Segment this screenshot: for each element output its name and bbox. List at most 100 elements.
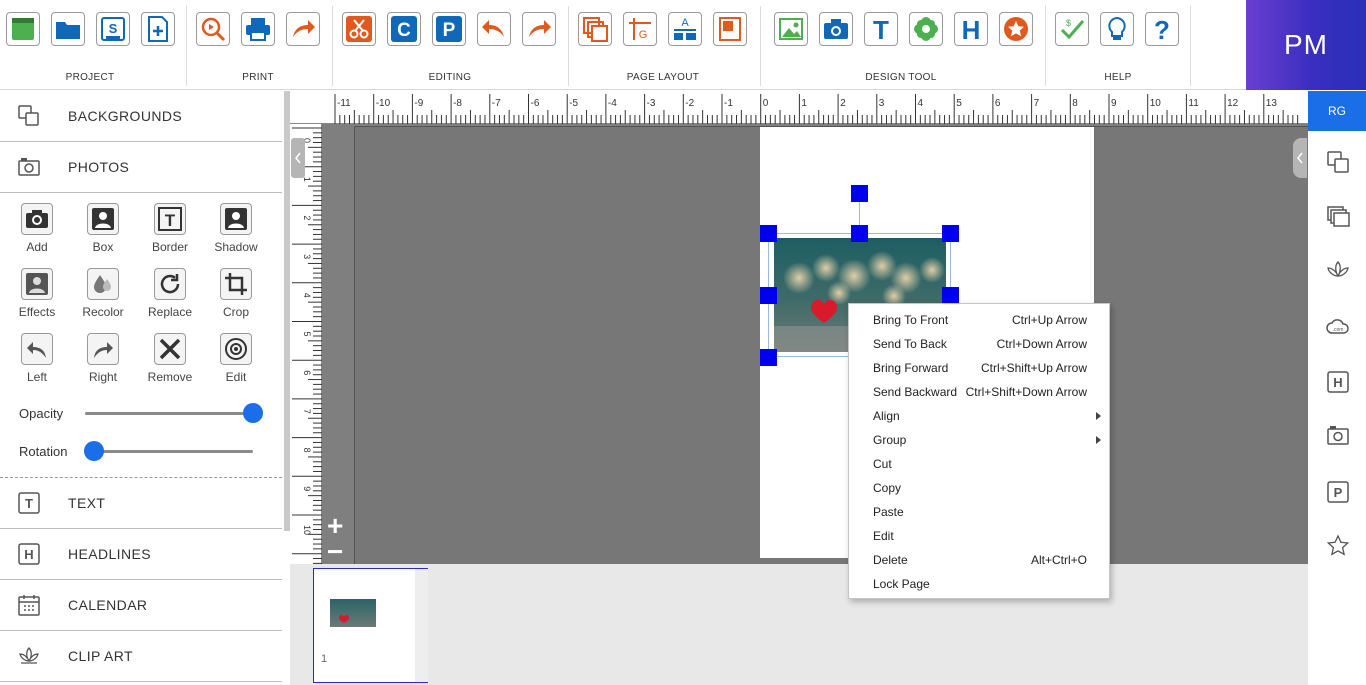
- paste-icon[interactable]: P: [432, 12, 466, 46]
- section-text[interactable]: T TEXT: [0, 478, 282, 529]
- page-thumbnail[interactable]: 1: [313, 568, 428, 683]
- cloud-icon[interactable]: .com: [1326, 314, 1350, 338]
- ruler-label: 5: [302, 332, 312, 337]
- photo-effects-button[interactable]: Effects: [4, 268, 70, 332]
- save-icon[interactable]: S: [96, 12, 130, 46]
- section-photos[interactable]: PHOTOS: [0, 142, 282, 193]
- lightbulb-icon[interactable]: [1100, 12, 1134, 46]
- group-label-print: PRINT: [208, 72, 308, 83]
- layouts-icon[interactable]: [1326, 205, 1350, 229]
- star-icon[interactable]: [1326, 534, 1350, 558]
- ruler-label: 8: [1072, 98, 1078, 109]
- photo-shadow-button[interactable]: Shadow: [203, 203, 269, 267]
- user-badge[interactable]: RG: [1308, 91, 1366, 131]
- menu-item-bring-to-front[interactable]: Bring To FrontCtrl+Up Arrow: [849, 308, 1109, 332]
- question-icon[interactable]: ?: [1145, 12, 1179, 46]
- ruler-label: -5: [569, 98, 578, 109]
- opacity-label: Opacity: [19, 406, 63, 421]
- paste-icon[interactable]: P: [1326, 480, 1350, 504]
- opacity-slider-handle[interactable]: [243, 403, 263, 423]
- collapse-left-panel-button[interactable]: [291, 138, 305, 178]
- menu-item-align[interactable]: Align: [849, 404, 1109, 428]
- ruler-label: -4: [608, 98, 617, 109]
- open-folder-icon[interactable]: [51, 12, 85, 46]
- resize-handle-top-right[interactable]: [942, 225, 959, 242]
- page-icon[interactable]: [713, 12, 747, 46]
- share-icon[interactable]: [286, 12, 320, 46]
- section-headlines[interactable]: H HEADLINES: [0, 529, 282, 580]
- photo-add-button[interactable]: Add: [4, 203, 70, 267]
- photo-rotate-right-button[interactable]: Right: [70, 333, 136, 397]
- image-icon[interactable]: [774, 12, 808, 46]
- backgrounds-icon[interactable]: [1326, 150, 1350, 174]
- svg-text:H: H: [962, 15, 981, 43]
- resize-handle-top-left[interactable]: [760, 225, 777, 242]
- photo-rotate-left-button[interactable]: Left: [4, 333, 70, 397]
- resize-handle-bottom-left[interactable]: [760, 349, 777, 366]
- undo-icon[interactable]: [477, 12, 511, 46]
- photo-recolor-button[interactable]: Recolor: [70, 268, 136, 332]
- cut-icon[interactable]: [342, 12, 376, 46]
- opacity-slider[interactable]: [85, 412, 253, 415]
- star-badge-icon[interactable]: [999, 12, 1033, 46]
- ruler-label: -2: [685, 98, 694, 109]
- menu-item-delete[interactable]: DeleteAlt+Ctrl+O: [849, 548, 1109, 572]
- ruler-label: 7: [302, 409, 312, 414]
- edit-gear-icon: [223, 336, 249, 362]
- headline-icon[interactable]: H: [954, 12, 988, 46]
- lotus-icon: [18, 645, 40, 667]
- camera-icon[interactable]: [1326, 424, 1350, 448]
- preview-icon[interactable]: [196, 12, 230, 46]
- photo-box-button[interactable]: Box: [70, 203, 136, 267]
- rotation-slider-handle[interactable]: [84, 441, 104, 461]
- photo-border-button[interactable]: TBorder: [137, 203, 203, 267]
- menu-item-cut[interactable]: Cut: [849, 452, 1109, 476]
- section-clip-art[interactable]: CLIP ART: [0, 631, 282, 682]
- ruler-label: 2: [302, 215, 312, 220]
- layouts-icon[interactable]: [578, 12, 612, 46]
- photo-crop-button[interactable]: Crop: [203, 268, 269, 332]
- svg-text:H: H: [1333, 375, 1342, 390]
- camera-icon[interactable]: [819, 12, 853, 46]
- guides-icon[interactable]: G: [623, 12, 657, 46]
- rotation-slider[interactable]: [85, 450, 253, 453]
- section-label: CALENDAR: [68, 597, 147, 613]
- menu-item-copy[interactable]: Copy: [849, 476, 1109, 500]
- ruler-label: -6: [531, 98, 540, 109]
- collapse-right-panel-button[interactable]: [1293, 138, 1307, 178]
- add-page-icon[interactable]: [141, 12, 175, 46]
- photo-replace-button[interactable]: Replace: [137, 268, 203, 332]
- user-avatar[interactable]: PM: [1246, 0, 1366, 90]
- menu-item-paste[interactable]: Paste: [849, 500, 1109, 524]
- resize-handle-top[interactable]: [851, 225, 868, 242]
- new-project-icon[interactable]: [6, 12, 40, 46]
- check-icon[interactable]: $: [1055, 12, 1089, 46]
- photo-remove-button[interactable]: Remove: [137, 333, 203, 397]
- svg-text:P: P: [1334, 485, 1343, 500]
- main-toolbar: S C P G A T H $ ? PROJECT PRINT EDITING …: [0, 0, 1246, 90]
- menu-item-bring-forward[interactable]: Bring ForwardCtrl+Shift+Up Arrow: [849, 356, 1109, 380]
- headline-icon[interactable]: H: [1326, 370, 1350, 394]
- menu-item-edit[interactable]: Edit: [849, 524, 1109, 548]
- lotus-icon[interactable]: [1326, 259, 1350, 283]
- menu-item-lock-page[interactable]: Lock Page: [849, 572, 1109, 596]
- effects-icon: [24, 271, 50, 297]
- rotate-handle[interactable]: [851, 185, 868, 202]
- top-ruler-ticks: -11-10-9-8-7-6-5-4-3-2-10123456789101112…: [290, 91, 1308, 124]
- section-backgrounds[interactable]: BACKGROUNDS: [0, 91, 282, 142]
- copy-icon[interactable]: C: [387, 12, 421, 46]
- text-icon[interactable]: T: [864, 12, 898, 46]
- portrait-box-icon: [90, 206, 116, 232]
- resize-handle-left[interactable]: [760, 287, 777, 304]
- section-calendar[interactable]: CALENDAR: [0, 580, 282, 631]
- printer-icon[interactable]: [241, 12, 275, 46]
- photo-edit-button[interactable]: Edit: [203, 333, 269, 397]
- resize-handle-right[interactable]: [942, 287, 959, 304]
- align-icon[interactable]: A: [668, 12, 702, 46]
- menu-item-group[interactable]: Group: [849, 428, 1109, 452]
- submenu-arrow-icon: [1096, 436, 1101, 444]
- menu-item-send-to-back[interactable]: Send To BackCtrl+Down Arrow: [849, 332, 1109, 356]
- menu-item-send-backward[interactable]: Send BackwardCtrl+Shift+Down Arrow: [849, 380, 1109, 404]
- redo-icon[interactable]: [522, 12, 556, 46]
- clipart-flower-icon[interactable]: [909, 12, 943, 46]
